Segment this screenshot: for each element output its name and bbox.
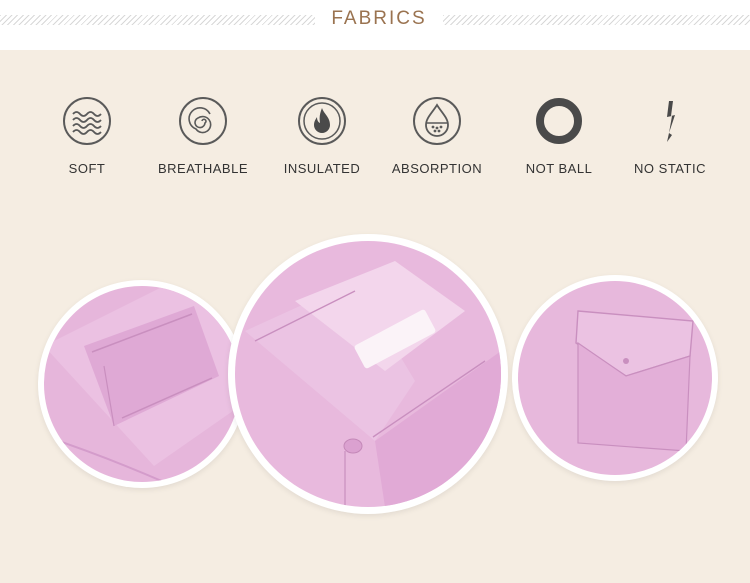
lightning-icon <box>667 101 675 142</box>
feature-absorption: ABSORPTION <box>382 95 492 176</box>
feature-list: SOFT BREATHABLE INSULATED ABSORPTION NOT… <box>0 95 750 195</box>
feature-label-not-ball: NOT BALL <box>525 161 593 176</box>
feature-not-ball: NOT BALL <box>504 95 614 176</box>
spiral-icon <box>179 97 227 145</box>
feature-label-soft: SOFT <box>68 161 106 176</box>
feature-breathable: BREATHABLE <box>148 95 258 176</box>
fabric-photo-collar <box>228 234 508 514</box>
feature-label-no-static: NO STATIC <box>634 161 706 176</box>
feature-label-absorption: ABSORPTION <box>391 161 483 176</box>
sleeve-image <box>44 286 240 482</box>
flame-icon <box>298 97 346 145</box>
header-bar: FABRICS <box>0 0 750 50</box>
feature-label-breathable: BREATHABLE <box>157 161 248 176</box>
feature-label-insulated: INSULATED <box>283 161 361 176</box>
waves-icon <box>63 97 111 145</box>
droplet-icon <box>413 97 461 145</box>
section-title: FABRICS <box>331 8 427 29</box>
pocket-image <box>518 281 712 475</box>
feature-no-static: NO STATIC <box>615 95 725 176</box>
header-pattern-right <box>443 15 750 25</box>
collar-image <box>235 241 501 507</box>
fabric-photo-sleeve <box>38 280 246 488</box>
feature-insulated: INSULATED <box>267 95 377 176</box>
ring-icon <box>536 98 582 144</box>
fabric-photo-pocket <box>512 275 718 481</box>
feature-soft: SOFT <box>32 95 142 176</box>
header-pattern-left <box>0 15 315 25</box>
